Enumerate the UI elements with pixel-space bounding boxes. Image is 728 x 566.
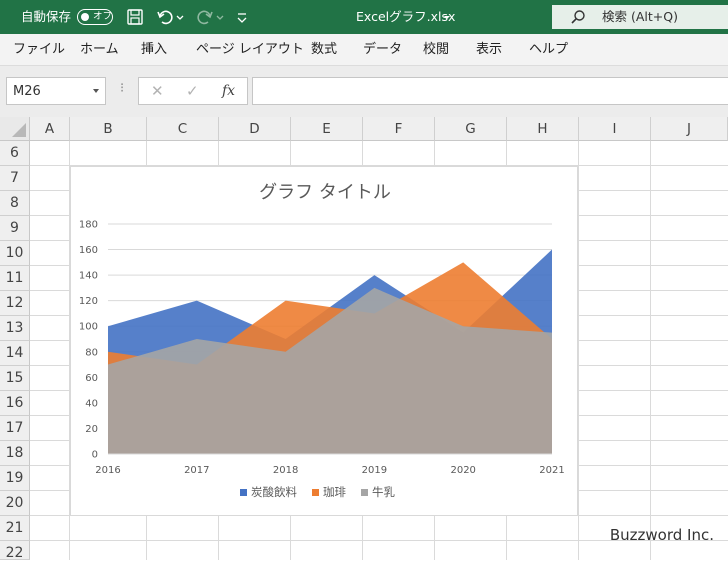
autosave-label: 自動保存 — [21, 9, 72, 24]
row-header-13[interactable]: 13 — [0, 316, 30, 341]
column-header-j[interactable]: J — [651, 117, 728, 141]
y-tick-label: 20 — [85, 424, 98, 435]
column-header-c[interactable]: C — [147, 117, 219, 141]
tab-data[interactable]: データ — [363, 42, 402, 58]
name-box[interactable]: M26 — [6, 77, 106, 105]
tab-page-layout[interactable]: ページ レイアウト — [196, 42, 304, 58]
tab-home[interactable]: ホーム — [80, 42, 119, 58]
column-header-a[interactable]: A — [30, 117, 70, 141]
y-axis-labels: 0 20 40 60 80 100 120 140 160 180 — [79, 220, 98, 461]
search-box[interactable]: 検索 (Alt+Q) — [552, 5, 728, 29]
legend-swatch — [240, 489, 247, 496]
x-tick-label: 2018 — [273, 465, 298, 476]
name-box-dropdown-icon[interactable] — [93, 89, 99, 93]
formula-bar-area: M26 ⁝ ✕ ✓ fx — [0, 66, 728, 117]
legend-label[interactable]: 炭酸飲料 — [251, 485, 297, 499]
redo-icon — [197, 10, 213, 25]
tab-help[interactable]: ヘルプ — [529, 42, 568, 58]
row-header-19[interactable]: 19 — [0, 466, 30, 491]
row-header-21[interactable]: 21 — [0, 516, 30, 541]
tab-view[interactable]: 表示 — [476, 42, 502, 58]
column-header-f[interactable]: F — [363, 117, 435, 141]
chart-plot-area[interactable] — [108, 249, 552, 455]
row-header-20[interactable]: 20 — [0, 491, 30, 516]
cancel-icon[interactable]: ✕ — [151, 82, 164, 100]
y-tick-label: 80 — [85, 347, 98, 358]
chart-canvas: グラフ タイトル 020406080100120140160180 2016 20… — [79, 182, 565, 499]
y-tick-label: 100 — [79, 322, 98, 333]
enter-icon[interactable]: ✓ — [186, 82, 199, 100]
name-box-value: M26 — [13, 84, 41, 99]
row-header-7[interactable]: 7 — [0, 166, 30, 191]
y-tick-label: 120 — [79, 296, 98, 307]
row-header-9[interactable]: 9 — [0, 216, 30, 241]
save-icon[interactable] — [126, 8, 144, 26]
row-header-10[interactable]: 10 — [0, 241, 30, 266]
column-header-d[interactable]: D — [219, 117, 291, 141]
y-tick-label: 40 — [85, 398, 98, 409]
column-headers: A B C D E F G H I J — [30, 117, 728, 141]
autosave-state: オフ — [93, 11, 113, 22]
x-tick-label: 2019 — [362, 465, 387, 476]
tab-formulas[interactable]: 数式 — [311, 42, 337, 58]
y-tick-label: 180 — [79, 220, 98, 231]
row-header-18[interactable]: 18 — [0, 441, 30, 466]
title-bar: 自動保存 オフ Excelグラフ.xlsx 検索 (Alt+Q) — [0, 0, 728, 34]
row-header-11[interactable]: 11 — [0, 266, 30, 291]
x-tick-label: 2017 — [184, 465, 209, 476]
column-header-e[interactable]: E — [291, 117, 363, 141]
tab-review[interactable]: 校閲 — [423, 42, 449, 58]
formula-buttons: ✕ ✓ fx — [138, 77, 248, 105]
legend-label[interactable]: 珈琲 — [323, 485, 346, 499]
chart-title[interactable]: グラフ タイトル — [259, 182, 391, 203]
document-title[interactable]: Excelグラフ.xlsx — [356, 9, 455, 25]
redo-dropdown-icon — [216, 15, 224, 20]
ribbon-tabs: ファイル ホーム 挿入 ページ レイアウト 数式 データ 校閲 表示 ヘルプ — [0, 34, 728, 66]
legend-label[interactable]: 牛乳 — [372, 485, 395, 499]
legend-swatch — [361, 489, 368, 496]
insert-function-icon[interactable]: fx — [222, 82, 235, 100]
y-tick-label: 60 — [85, 373, 98, 384]
select-all-button[interactable] — [0, 117, 30, 141]
column-header-h[interactable]: H — [507, 117, 579, 141]
row-header-16[interactable]: 16 — [0, 391, 30, 416]
tab-file[interactable]: ファイル — [13, 42, 65, 58]
row-header-15[interactable]: 15 — [0, 366, 30, 391]
row-header-8[interactable]: 8 — [0, 191, 30, 216]
area-chart[interactable]: グラフ タイトル 0 20 40 60 80 100 120 140 160 180 2016 20… — [70, 166, 578, 516]
y-tick-label: 160 — [79, 245, 98, 256]
x-tick-label: 2021 — [539, 465, 564, 476]
column-header-b[interactable]: B — [70, 117, 147, 141]
row-header-17[interactable]: 17 — [0, 416, 30, 441]
customize-qat-icon[interactable] — [235, 8, 249, 26]
x-axis-labels: 2016 2017 2018 2019 2020 2021 — [95, 465, 564, 476]
x-tick-label: 2020 — [450, 465, 475, 476]
row-header-12[interactable]: 12 — [0, 291, 30, 316]
search-placeholder: 検索 (Alt+Q) — [602, 9, 678, 24]
undo-dropdown-icon[interactable] — [175, 8, 185, 26]
column-header-g[interactable]: G — [435, 117, 507, 141]
y-tick-label: 0 — [92, 450, 98, 461]
row-header-14[interactable]: 14 — [0, 341, 30, 366]
chart-legend[interactable]: 炭酸飲料 珈琲 牛乳 — [240, 485, 395, 499]
select-all-triangle-icon — [12, 123, 26, 137]
formula-input[interactable] — [252, 77, 728, 105]
toggle-knob — [81, 12, 89, 21]
autosave-toggle[interactable]: オフ — [77, 9, 113, 25]
undo-icon[interactable] — [156, 8, 174, 26]
column-header-i[interactable]: I — [579, 117, 651, 141]
search-icon — [571, 10, 585, 24]
legend-swatch — [312, 489, 319, 496]
row-header-6[interactable]: 6 — [0, 141, 30, 166]
watermark-text: Buzzword Inc. — [609, 526, 714, 544]
tab-insert[interactable]: 挿入 — [141, 42, 167, 58]
title-dropdown-icon[interactable] — [443, 8, 451, 26]
x-tick-label: 2016 — [95, 465, 120, 476]
row-header-22[interactable]: 22 — [0, 541, 30, 561]
y-tick-label: 140 — [79, 271, 98, 282]
formula-bar-splitter-icon[interactable]: ⁝ — [120, 80, 124, 98]
